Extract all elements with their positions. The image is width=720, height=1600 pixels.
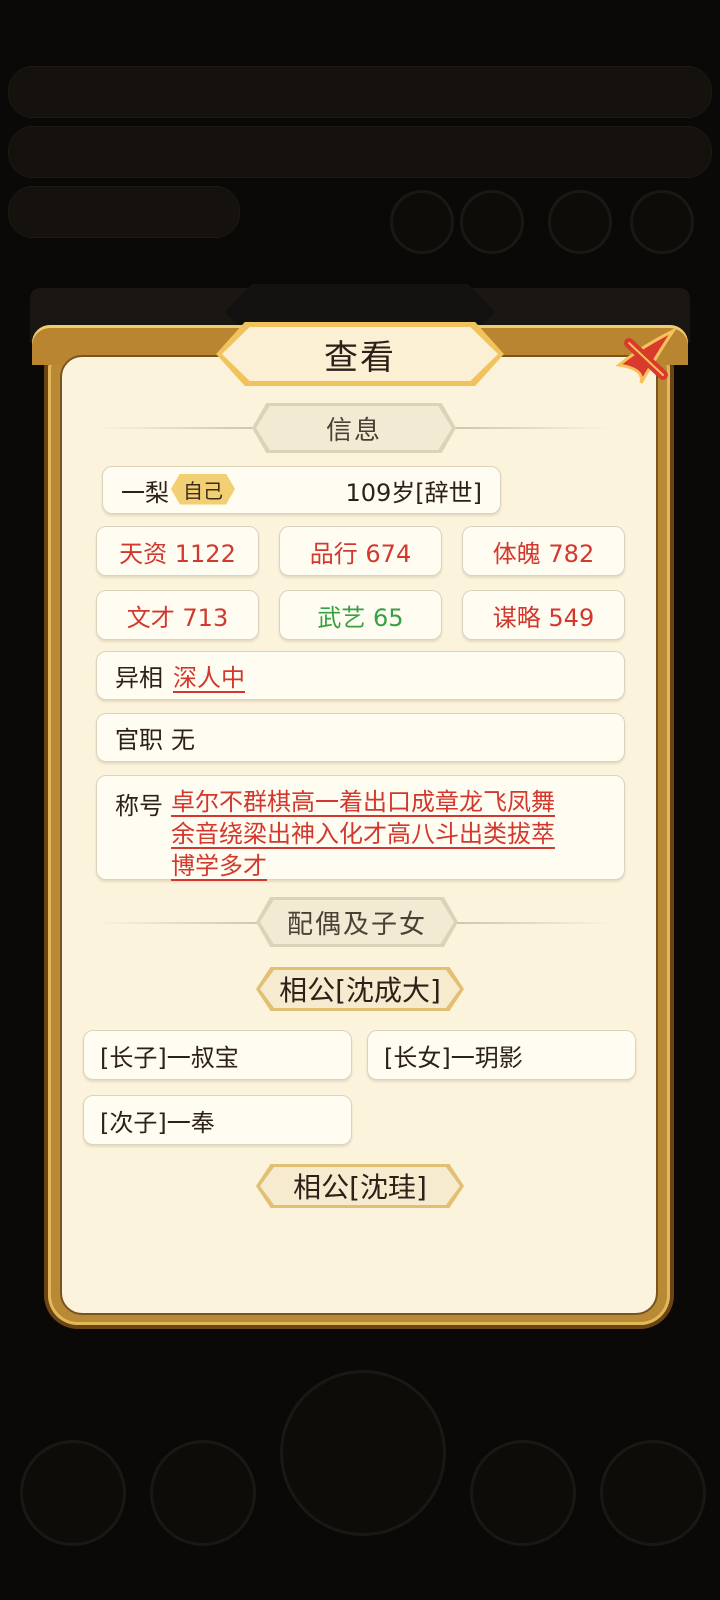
stat-literary: 文才 713 — [96, 590, 259, 640]
close-button[interactable] — [608, 322, 684, 392]
family-heading: 配偶及子女 — [260, 900, 454, 944]
titles-list: 卓尔不群棋高一着出口成章龙飞凤舞 余音绕梁出神入化才高八斗出类拔萃 博学多才 — [171, 786, 555, 882]
info-heading: 信息 — [256, 406, 452, 450]
background-next-button — [280, 1370, 446, 1536]
stat-martial: 武艺 65 — [279, 590, 442, 640]
titles-label: 称号 — [115, 792, 163, 820]
stat-conduct: 品行 674 — [279, 526, 442, 576]
background-nav-button — [150, 1440, 256, 1546]
child-button[interactable]: [长子]一叔宝 — [83, 1030, 352, 1080]
name-row: 一梨 自己 109岁[辞世] — [102, 466, 501, 514]
stat-physique: 体魄 782 — [462, 526, 625, 576]
background-nav-button — [20, 1440, 126, 1546]
background-resource-bar — [8, 126, 712, 178]
stat-talent: 天资 1122 — [96, 526, 259, 576]
character-name: 一梨 — [121, 478, 169, 507]
self-badge: 自己 — [171, 473, 235, 505]
trait-link[interactable]: 深人中 — [173, 658, 245, 693]
titles-line[interactable]: 博学多才 — [171, 850, 555, 882]
section-divider-left — [96, 427, 256, 429]
office-row: 官职 无 — [96, 713, 625, 762]
dialog-title: 查看 — [222, 327, 498, 381]
background-top-bar — [8, 66, 712, 118]
stat-strategy: 谋略 549 — [462, 590, 625, 640]
trait-row: 异相 深人中 — [96, 651, 625, 700]
background-circle-button — [460, 190, 524, 254]
child-button[interactable]: [次子]一奉 — [83, 1095, 352, 1145]
office-value: 无 — [171, 726, 195, 754]
titles-line[interactable]: 余音绕梁出神入化才高八斗出类拔萃 — [171, 818, 555, 850]
section-divider-right — [454, 922, 614, 924]
background-nav-button — [470, 1440, 576, 1546]
titles-line[interactable]: 卓尔不群棋高一着出口成章龙飞凤舞 — [171, 786, 555, 818]
close-icon — [615, 327, 678, 384]
background-tabs — [8, 186, 240, 238]
office-label: 官职 — [115, 726, 163, 754]
background-circle-button — [548, 190, 612, 254]
age-status: 109岁[辞世] — [345, 478, 482, 507]
section-divider-right — [452, 427, 612, 429]
child-button[interactable]: [长女]一玥影 — [367, 1030, 636, 1080]
background-nav-button — [600, 1440, 706, 1546]
background-circle-button — [390, 190, 454, 254]
spouse-button[interactable]: 相公[沈成大] — [260, 970, 460, 1008]
spouse-button[interactable]: 相公[沈珪] — [260, 1167, 460, 1205]
trait-label: 异相 — [115, 664, 163, 692]
titles-row: 称号 卓尔不群棋高一着出口成章龙飞凤舞 余音绕梁出神入化才高八斗出类拔萃 博学多… — [96, 775, 625, 880]
background-circle-button — [630, 190, 694, 254]
section-divider-left — [96, 922, 266, 924]
